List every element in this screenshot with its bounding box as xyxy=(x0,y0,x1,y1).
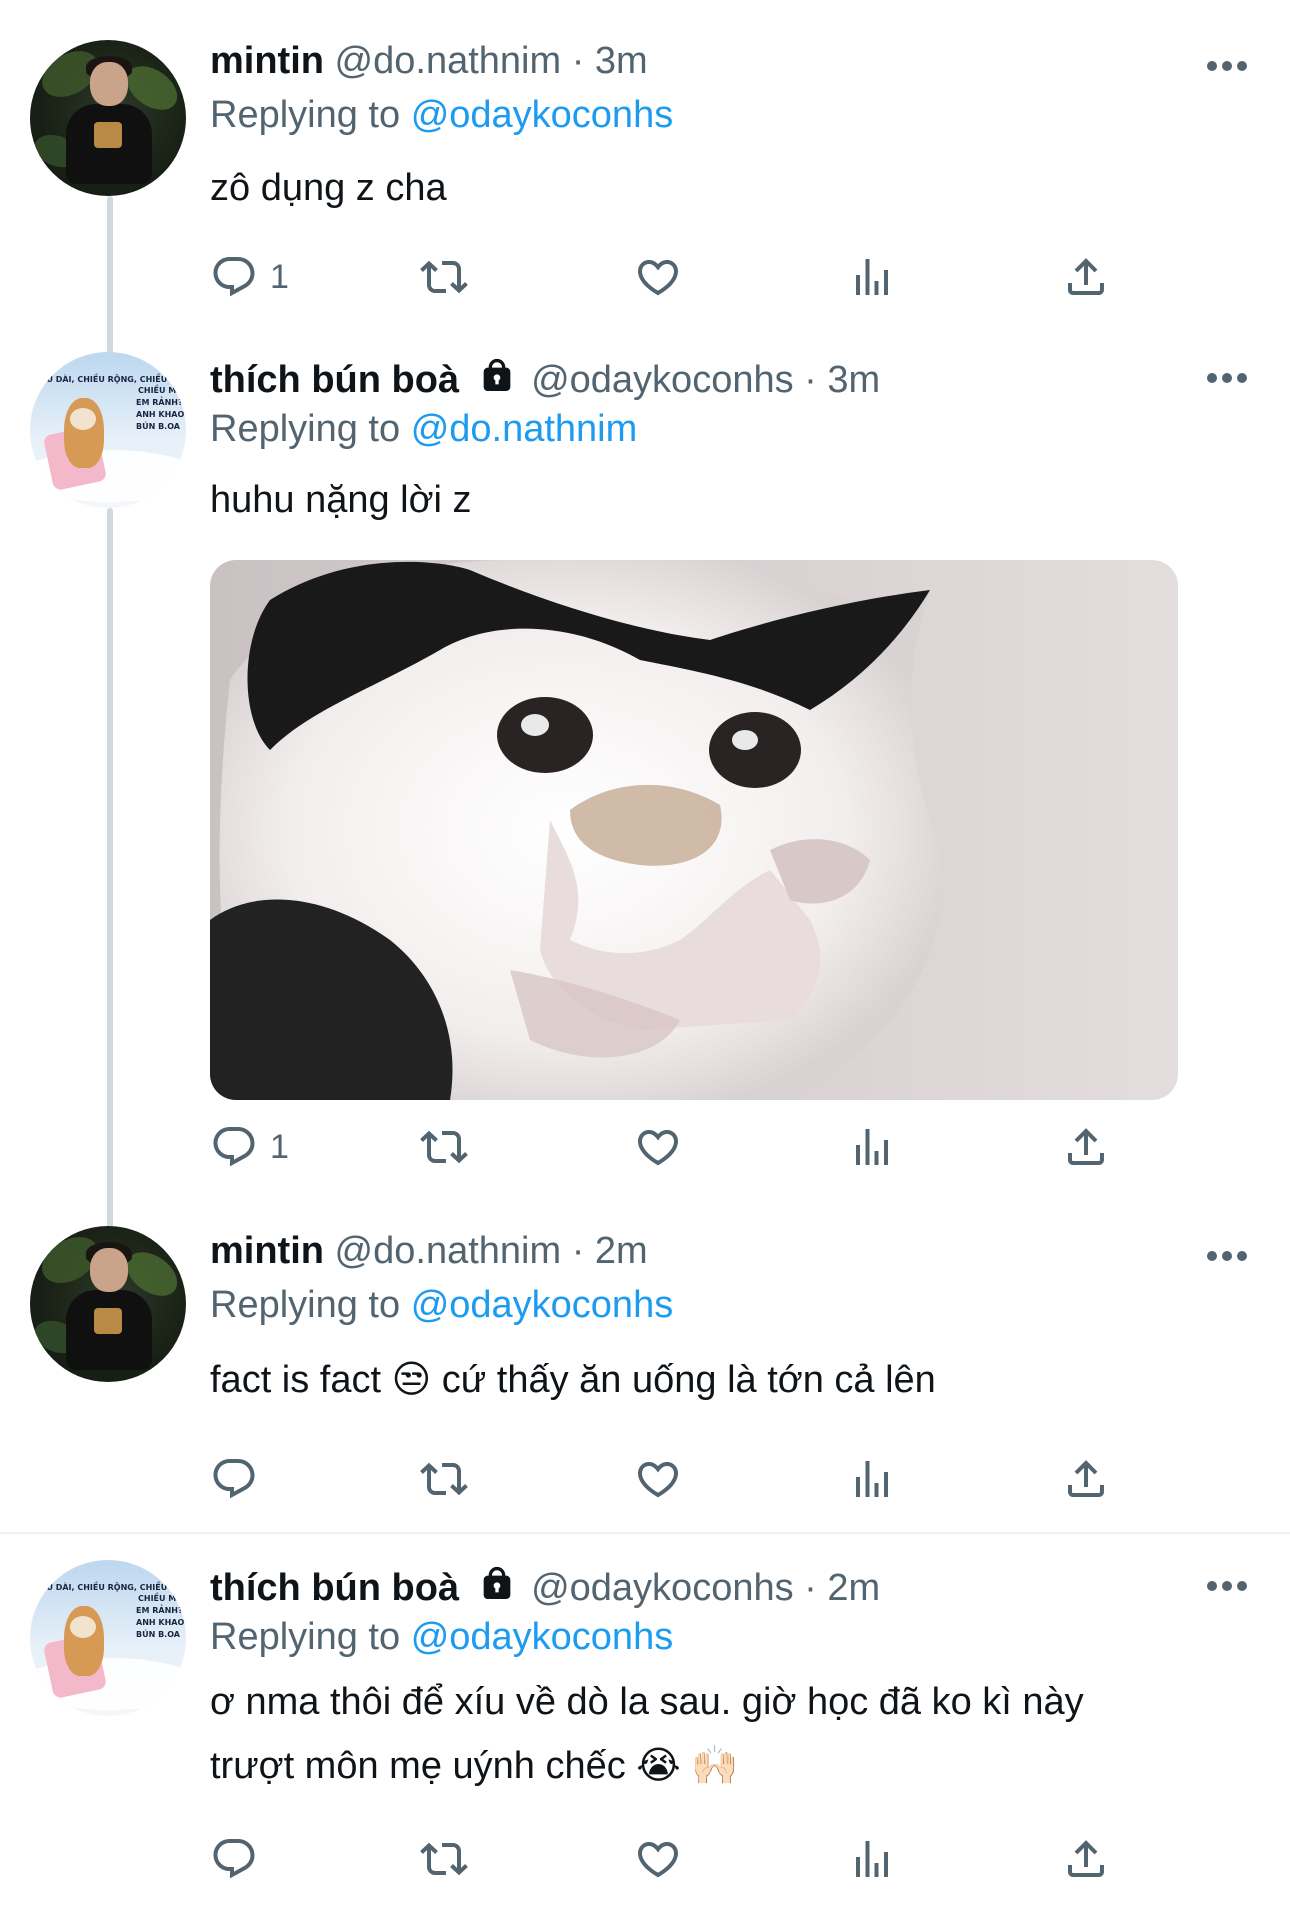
tweet[interactable]: mintin @do.nathnim · 2m Replying to @oda… xyxy=(0,1200,1290,1532)
views-icon xyxy=(848,253,896,301)
views-button[interactable] xyxy=(848,1122,896,1172)
share-button[interactable] xyxy=(1062,1834,1110,1884)
share-icon xyxy=(1062,1455,1110,1503)
share-icon xyxy=(1062,1123,1110,1171)
tweet-text: ơ nma thôi để xíu về dò la sau. giờ học … xyxy=(210,1670,1084,1798)
display-name[interactable]: thích bún boà xyxy=(210,1567,459,1609)
replying-to: Replying to @odaykoconhs xyxy=(210,1616,674,1658)
share-icon xyxy=(1062,1835,1110,1883)
like-button[interactable] xyxy=(634,1122,682,1172)
avatar[interactable]: IỀU DÀI, CHIỀU RỘNG, CHIỀU C CHIỀU MA EM… xyxy=(30,1560,186,1716)
reply-button[interactable] xyxy=(210,1454,270,1504)
tweet-text: fact is fact 😒 cứ thấy ăn uống là tớn cả… xyxy=(210,1359,936,1401)
retweet-icon xyxy=(420,1455,468,1503)
like-button[interactable] xyxy=(634,1454,682,1504)
display-name[interactable]: mintin xyxy=(210,40,324,82)
mention-link[interactable]: @odaykoconhs xyxy=(411,94,674,136)
cat-photo xyxy=(210,560,943,1100)
timestamp[interactable]: · 3m xyxy=(804,359,880,401)
tweet-image[interactable] xyxy=(210,560,1178,1100)
tweet-header: thích bún boà @odaykoconhs · 2m xyxy=(210,1564,880,1610)
views-button[interactable] xyxy=(848,1454,896,1504)
replying-to: Replying to @do.nathnim xyxy=(210,408,638,450)
views-icon xyxy=(848,1123,896,1171)
share-button[interactable] xyxy=(1062,252,1110,302)
tweet-actions xyxy=(210,1834,1160,1884)
like-icon xyxy=(634,1455,682,1503)
retweet-icon xyxy=(420,253,468,301)
share-button[interactable] xyxy=(1062,1454,1110,1504)
user-handle[interactable]: @odaykoconhs xyxy=(531,1567,794,1609)
timestamp[interactable]: · 2m xyxy=(804,1567,880,1609)
reply-button[interactable] xyxy=(210,1834,270,1884)
tweet[interactable]: IỀU DÀI, CHIỀU RỘNG, CHIỀU C CHIỀU MA EM… xyxy=(0,1534,1290,1911)
tweet-text: huhu nặng lời z xyxy=(210,479,472,521)
tweet-text: zô dụng z cha xyxy=(210,167,447,209)
reply-icon xyxy=(210,1455,258,1503)
share-icon xyxy=(1062,253,1110,301)
like-icon xyxy=(634,1123,682,1171)
tweet-actions: 1 xyxy=(210,252,1160,302)
more-icon[interactable] xyxy=(1206,60,1248,72)
views-button[interactable] xyxy=(848,1834,896,1884)
avatar[interactable]: IỀU DÀI, CHIỀU RỘNG, CHIỀU C CHIỀU MA EM… xyxy=(30,352,186,508)
retweet-icon xyxy=(420,1123,468,1171)
user-handle[interactable]: @do.nathnim xyxy=(335,1230,562,1272)
share-button[interactable] xyxy=(1062,1122,1110,1172)
tweet-text-line: ơ nma thôi để xíu về dò la sau. giờ học … xyxy=(210,1681,1084,1723)
lock-icon xyxy=(477,1564,517,1604)
reply-icon xyxy=(210,1123,258,1171)
reply-count: 1 xyxy=(270,1127,289,1166)
tweet[interactable]: mintin @do.nathnim · 3m Replying to @oda… xyxy=(0,0,1290,340)
display-name[interactable]: mintin xyxy=(210,1230,324,1272)
tweet-text-line: trượt môn mẹ uýnh chếc 😭 🙌🏻 xyxy=(210,1745,739,1787)
mention-link[interactable]: @odaykoconhs xyxy=(411,1284,674,1326)
retweet-button[interactable] xyxy=(420,1834,468,1884)
avatar[interactable] xyxy=(30,1226,186,1382)
retweet-button[interactable] xyxy=(420,1454,468,1504)
reply-icon xyxy=(210,253,258,301)
more-icon[interactable] xyxy=(1206,1250,1248,1262)
more-icon[interactable] xyxy=(1206,372,1248,384)
tweet-actions: 1 xyxy=(210,1122,1160,1172)
retweet-button[interactable] xyxy=(420,1122,468,1172)
timestamp[interactable]: · 3m xyxy=(572,40,648,82)
views-icon xyxy=(848,1455,896,1503)
mention-link[interactable]: @do.nathnim xyxy=(411,408,638,450)
tweet-header: mintin @do.nathnim · 3m xyxy=(210,40,648,83)
display-name[interactable]: thích bún boà xyxy=(210,359,459,401)
views-icon xyxy=(848,1835,896,1883)
tweet-header: thích bún boà @odaykoconhs · 3m xyxy=(210,356,880,402)
tweet-actions xyxy=(210,1454,1160,1504)
tweet[interactable]: IỀU DÀI, CHIỀU RỘNG, CHIỀU C CHIỀU MA EM… xyxy=(0,340,1290,1200)
reply-icon xyxy=(210,1835,258,1883)
like-button[interactable] xyxy=(634,252,682,302)
user-handle[interactable]: @do.nathnim xyxy=(335,40,562,82)
like-icon xyxy=(634,1835,682,1883)
lock-icon xyxy=(477,356,517,396)
views-button[interactable] xyxy=(848,252,896,302)
reply-button[interactable]: 1 xyxy=(210,252,289,302)
like-button[interactable] xyxy=(634,1834,682,1884)
reply-button[interactable]: 1 xyxy=(210,1122,289,1172)
avatar[interactable] xyxy=(30,40,186,196)
replying-to: Replying to @odaykoconhs xyxy=(210,1284,674,1326)
retweet-icon xyxy=(420,1835,468,1883)
more-icon[interactable] xyxy=(1206,1580,1248,1592)
like-icon xyxy=(634,253,682,301)
timestamp[interactable]: · 2m xyxy=(572,1230,648,1272)
replying-to: Replying to @odaykoconhs xyxy=(210,94,674,136)
reply-count: 1 xyxy=(270,257,289,296)
user-handle[interactable]: @odaykoconhs xyxy=(531,359,794,401)
tweet-header: mintin @do.nathnim · 2m xyxy=(210,1230,648,1273)
retweet-button[interactable] xyxy=(420,252,468,302)
mention-link[interactable]: @odaykoconhs xyxy=(411,1616,674,1658)
